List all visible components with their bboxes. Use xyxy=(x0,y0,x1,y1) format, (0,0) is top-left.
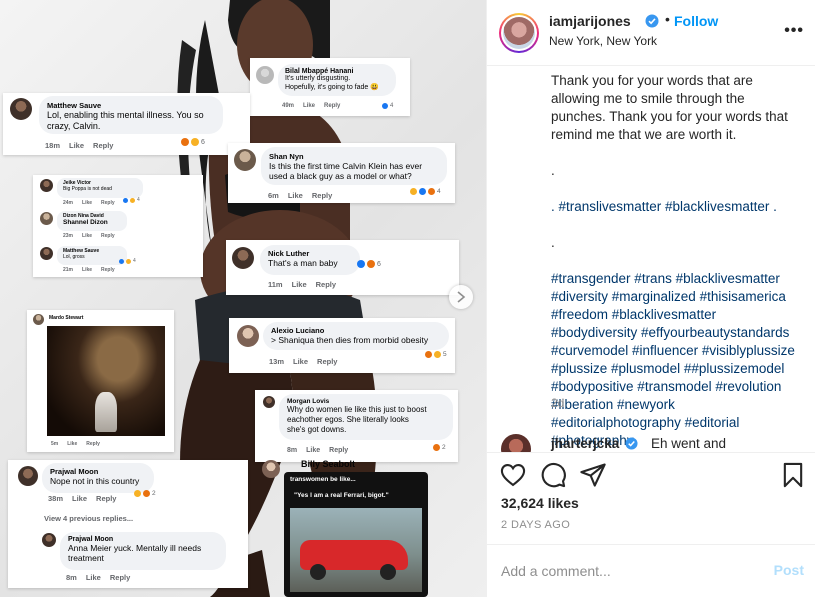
commenter-name: Billy Seabolt xyxy=(301,459,356,469)
avatar xyxy=(262,460,280,478)
caption-hashtags-line[interactable]: . #translivesmatter #blacklivesmatter . xyxy=(551,198,801,216)
comment-meta: 18m Like Reply xyxy=(45,141,114,150)
avatar[interactable] xyxy=(499,13,539,53)
chevron-right-icon xyxy=(457,291,466,303)
avatar xyxy=(256,66,274,84)
avatar xyxy=(237,325,259,347)
avatar xyxy=(232,247,254,269)
comment-bubble: Dizon Nina David Shannel Dizon xyxy=(57,211,127,231)
add-comment-bar: Post xyxy=(487,544,815,597)
avatar xyxy=(234,149,256,171)
reaction-count: 6 xyxy=(181,138,205,146)
post-side-panel: iamjarijones • Follow New York, New York… xyxy=(486,0,815,597)
comment-input[interactable] xyxy=(501,561,751,581)
commenter-name: Mardo Stewart xyxy=(49,315,84,321)
avatar xyxy=(40,179,53,192)
follow-button[interactable]: Follow xyxy=(674,13,718,29)
comment-bubble: Morgan Lovis Why do women lie like this … xyxy=(279,394,453,440)
caption-area: Thank you for your words that are allowi… xyxy=(487,66,815,452)
haha-reaction-icon xyxy=(191,138,199,146)
image-comment-matthew: Matthew Sauve Lol, enabling this mental … xyxy=(3,93,250,155)
caption-intro: Thank you for your words that are allowi… xyxy=(551,73,788,142)
comment-bubble: Matthew Sauve Lol, gross xyxy=(57,246,127,265)
comment-meta: 6m Like Reply xyxy=(268,191,333,200)
comment-bubble: Prajwal Moon Anna Meier yuck. Mentally i… xyxy=(60,532,226,570)
avatar xyxy=(42,533,56,547)
post-actions: 32,624 likes 2 DAYS AGO xyxy=(487,452,815,544)
next-image-button[interactable] xyxy=(449,285,473,309)
comment-meta: 49m Like Reply xyxy=(282,103,341,109)
share-icon[interactable] xyxy=(579,461,607,489)
reaction-count: 4 xyxy=(382,103,393,109)
post-comment-button[interactable]: Post xyxy=(774,562,804,578)
image-comment-billy: Billy Seabolt transwomen be like... "Yes… xyxy=(258,458,436,597)
comment-username[interactable]: jharterjcka xyxy=(551,436,619,451)
image-comment-shan: Shan Nyn Is this the first time Calvin K… xyxy=(228,143,455,203)
username[interactable]: iamjarijones xyxy=(549,13,631,29)
commenter-name: Matthew Sauve xyxy=(47,101,102,110)
avatar xyxy=(40,212,53,225)
reaction-count: 4 xyxy=(410,188,441,195)
commenter-name: Bilal Mbappé Hanani xyxy=(285,68,354,75)
bookmark-icon[interactable] xyxy=(779,461,807,489)
avatar[interactable] xyxy=(501,434,531,452)
avatar xyxy=(263,396,275,408)
comment-bubble: Jeike Victor Big Poppa is not dead xyxy=(57,178,143,198)
comment-row: jharterjcka Eh went and xyxy=(501,432,801,452)
verified-badge-icon xyxy=(645,14,659,28)
image-comment-morgan: Morgan Lovis Why do women lie like this … xyxy=(255,390,458,462)
comment-text: crazy, Calvin. xyxy=(47,120,101,131)
post-image[interactable]: Bilal Mbappé Hanani It's utterly disgust… xyxy=(0,0,486,597)
meme-image: transwomen be like... "Yes I am a real F… xyxy=(284,472,428,597)
attached-photo xyxy=(47,326,165,436)
comment-text: Eh went and xyxy=(651,436,727,451)
more-options-icon[interactable]: ••• xyxy=(784,22,804,40)
comment-bubble: Matthew Sauve Lol, enabling this mental … xyxy=(39,96,223,134)
verified-badge-icon xyxy=(625,437,638,450)
comment-bubble: Shan Nyn Is this the first time Calvin K… xyxy=(261,147,447,185)
image-comment-nick: Nick Luther That's a man baby 6 11m Like R… xyxy=(226,240,459,295)
image-comment-alexio: Alexio Luciano > Shaniqua then dies from… xyxy=(229,318,455,373)
post-date: 2 DAYS AGO xyxy=(501,519,571,531)
image-comment-mardo: Mardo Stewart 5m Like Reply xyxy=(27,310,174,452)
avatar xyxy=(10,98,32,120)
comment-text: Is this the first time Calvin Klein has … xyxy=(269,161,423,171)
angry-reaction-icon xyxy=(181,138,189,146)
separator-dot: • xyxy=(665,11,670,27)
likes-count[interactable]: 32,624 likes xyxy=(501,495,579,511)
caption-dot: . xyxy=(551,163,555,178)
like-reaction-icon xyxy=(382,103,388,109)
avatar xyxy=(40,247,53,260)
commenter-name: Shan Nyn xyxy=(269,152,304,161)
caption-timestamp: 2d xyxy=(551,396,565,410)
comment-text: It's utterly disgusting. xyxy=(285,75,351,82)
caption-hashtags[interactable]: #transgender #trans #blacklivesmatter #d… xyxy=(551,270,801,450)
comment-text: Hopefully, it's going to fade 😃 xyxy=(285,83,379,91)
image-comment-thread-small: Jeike Victor Big Poppa is not dead 24m Li… xyxy=(33,175,203,277)
image-comment-prajwal: Prajwal Moon Nope not in this country 38… xyxy=(8,460,248,588)
comment-text: Lol, enabling this mental illness. You s… xyxy=(47,110,204,120)
view-previous-replies: View 4 previous replies... xyxy=(44,514,134,523)
caption-dot: . xyxy=(551,235,555,250)
comment-icon[interactable] xyxy=(539,461,567,489)
comment-bubble: Alexio Luciano > Shaniqua then dies from… xyxy=(263,322,449,350)
heart-icon[interactable] xyxy=(499,461,527,489)
comment-bubble: Bilal Mbappé Hanani It's utterly disgust… xyxy=(278,64,396,96)
image-comment-bilal: Bilal Mbappé Hanani It's utterly disgust… xyxy=(250,58,410,116)
avatar xyxy=(33,314,44,325)
avatar xyxy=(18,466,38,486)
caption-text: Thank you for your words that are allowi… xyxy=(551,66,801,452)
post-header: iamjarijones • Follow New York, New York… xyxy=(487,0,815,66)
comment-bubble: Nick Luther That's a man baby xyxy=(260,245,360,275)
comment-bubble: Prajwal Moon Nope not in this country xyxy=(42,463,154,493)
comment-text: used a black guy as a model or what? xyxy=(269,171,412,182)
location-link[interactable]: New York, New York xyxy=(549,34,657,48)
